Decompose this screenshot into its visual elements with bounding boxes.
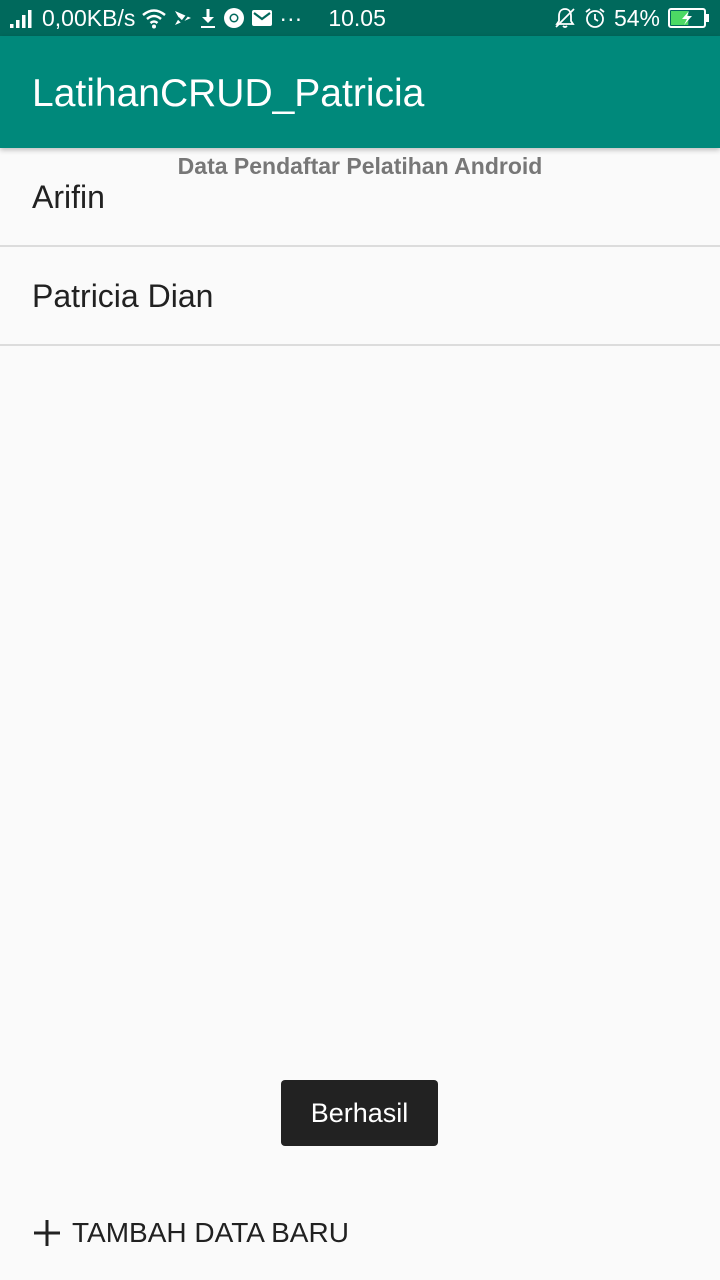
chrome-icon — [223, 7, 245, 29]
gmail-icon — [251, 9, 273, 27]
plus-icon — [32, 1218, 62, 1248]
signal-icon — [10, 8, 36, 28]
download-icon — [199, 7, 217, 29]
battery-percent: 54% — [613, 4, 660, 31]
app-bar: LatihanCRUD_Patricia — [0, 36, 720, 148]
more-notifications-indicator: ··· — [279, 4, 303, 31]
app-title: LatihanCRUD_Patricia — [32, 72, 425, 115]
vpn-icon — [173, 8, 193, 28]
list-item-label: Patricia Dian — [32, 278, 214, 314]
network-speed: 0,00KB/s — [42, 4, 136, 31]
list-item[interactable]: Patricia Dian — [0, 247, 720, 346]
battery-charging-icon — [668, 8, 710, 28]
status-bar-left: 0,00KB/s ··· 10.05 — [0, 5, 386, 32]
wifi-icon — [141, 7, 167, 29]
list-heading: Data Pendaftar Pelatihan Android — [177, 153, 543, 179]
toast-message: Berhasil — [281, 1080, 438, 1146]
notifications-off-icon — [554, 7, 576, 29]
status-bar: 0,00KB/s ··· 10.05 54% — [0, 0, 720, 36]
status-bar-right: 54% — [554, 0, 710, 36]
add-new-data-button[interactable]: TAMBAH DATA BARU — [20, 1200, 361, 1266]
alarm-icon — [584, 7, 606, 29]
add-new-data-label: TAMBAH DATA BARU — [72, 1217, 349, 1248]
clock: 10.05 — [328, 4, 386, 31]
